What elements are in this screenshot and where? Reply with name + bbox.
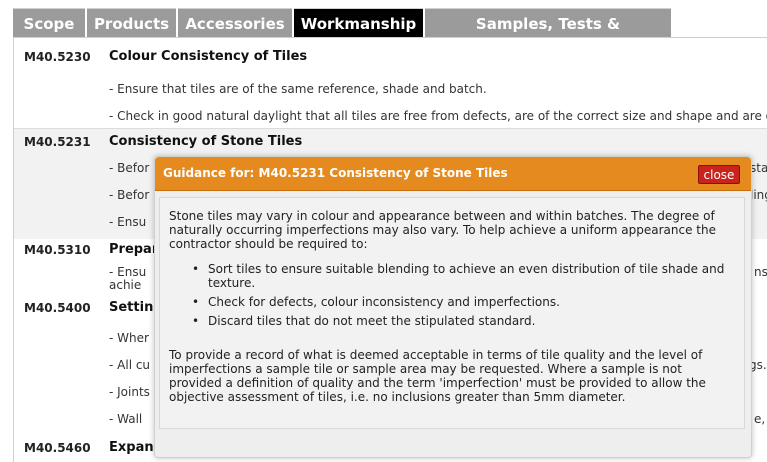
guidance-bullet: Discard tiles that do not meet the stipu…: [180, 314, 735, 328]
clause-line-fragment: e,: [754, 412, 766, 426]
tab-scope[interactable]: Scope: [13, 8, 85, 38]
clause-line: - All cu: [109, 358, 151, 372]
tab-accessories[interactable]: Accessories: [178, 8, 292, 38]
clause-line: - Befor: [109, 161, 150, 175]
guidance-outro: To provide a record of what is deemed ac…: [169, 348, 706, 404]
clause-title[interactable]: Prepar: [109, 242, 158, 257]
guidance-dialog: Guidance for: M40.5231 Consistency of St…: [154, 156, 752, 458]
clause-line-fragment: ling: [750, 188, 767, 202]
clause-line: - Befor: [109, 188, 150, 202]
guidance-intro: Stone tiles may vary in colour and appea…: [169, 209, 716, 251]
clause-line: - Ensu: [109, 215, 147, 229]
guidance-bullet: Sort tiles to ensure suitable blending t…: [180, 262, 735, 290]
clause-line: - Wall: [109, 412, 143, 426]
guidance-bullet-list: Sort tiles to ensure suitable blending t…: [180, 262, 735, 333]
clause-line: - Joints: [109, 385, 150, 399]
clause-line: - Check in good natural daylight that al…: [109, 109, 767, 123]
clause-line: - Wher: [109, 331, 149, 345]
clause-title[interactable]: Colour Consistency of Tiles: [109, 49, 307, 64]
clause-line: achie: [109, 278, 142, 292]
tab-samples-tests-certificates[interactable]: Samples, Tests & Certificates: [425, 8, 671, 63]
clause-line-fragment: sta: [750, 161, 767, 175]
guidance-dialog-body: Stone tiles may vary in colour and appea…: [159, 197, 745, 429]
clause-code: M40.5230: [24, 50, 91, 64]
close-button[interactable]: close: [698, 165, 740, 184]
tab-products[interactable]: Products: [87, 8, 176, 38]
tab-workmanship[interactable]: Workmanship: [294, 8, 423, 38]
clause-title[interactable]: Consistency of Stone Tiles: [109, 134, 302, 149]
tab-bar: Scope Products Accessories Workmanship S…: [0, 0, 767, 63]
clause-code: M40.5231: [24, 135, 91, 149]
clause-code: M40.5310: [24, 243, 91, 257]
clause-code: M40.5460: [24, 441, 91, 455]
guidance-bullet: Check for defects, colour inconsistency …: [180, 295, 735, 309]
clause-m40-5230: M40.5230 Colour Consistency of Tiles - E…: [14, 38, 767, 128]
guidance-dialog-header[interactable]: Guidance for: M40.5231 Consistency of St…: [155, 157, 751, 191]
clause-line: - Ensure that tiles are of the same refe…: [109, 82, 487, 96]
clause-title[interactable]: Expan: [109, 440, 154, 455]
clause-code: M40.5400: [24, 301, 91, 315]
guidance-dialog-title: Guidance for: M40.5231 Consistency of St…: [163, 166, 508, 180]
